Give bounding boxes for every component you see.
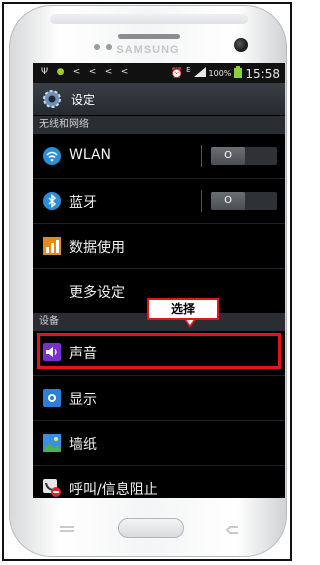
settings-item-label: 蓝牙 bbox=[69, 195, 97, 211]
signal-icon bbox=[193, 67, 206, 80]
settings-item-display[interactable]: 显示 bbox=[33, 376, 285, 421]
earpiece-speaker bbox=[118, 34, 180, 39]
battery-level: 100% bbox=[208, 69, 232, 78]
settings-item-wallpaper[interactable]: 墙纸 bbox=[33, 421, 285, 466]
call-block-icon bbox=[43, 479, 61, 497]
settings-item-label: 墙纸 bbox=[69, 437, 97, 453]
home-button[interactable] bbox=[118, 518, 184, 538]
clock: 15:58 bbox=[245, 66, 280, 81]
settings-item-call-block[interactable]: 呼叫/信息阻止 bbox=[33, 466, 285, 498]
divider bbox=[201, 190, 202, 212]
alarm-icon: ⏰ bbox=[170, 68, 184, 79]
battery-icon bbox=[234, 66, 243, 81]
settings-item-data-usage[interactable]: 数据使用 bbox=[33, 224, 285, 269]
share-icon: < bbox=[88, 67, 97, 77]
callout-select-label: 选择 bbox=[147, 298, 219, 320]
data-usage-icon bbox=[43, 237, 61, 255]
wifi-icon bbox=[43, 147, 61, 165]
settings-item-bluetooth[interactable]: 蓝牙 O bbox=[33, 179, 285, 224]
back-button[interactable] bbox=[224, 521, 242, 534]
sound-highlight-box bbox=[37, 333, 281, 369]
divider bbox=[201, 145, 202, 167]
bluetooth-icon bbox=[43, 192, 61, 210]
share-icon: < bbox=[104, 67, 113, 77]
toggle-knob: O bbox=[211, 192, 245, 210]
phone-screen: Ψ ● < < < < ⏰ E 100% 15:58 设定 无线和网络 WLAN… bbox=[33, 63, 285, 498]
usb-icon: Ψ bbox=[40, 67, 49, 77]
share-icon: < bbox=[72, 67, 81, 77]
menu-button[interactable] bbox=[58, 521, 76, 533]
settings-item-label: 显示 bbox=[69, 392, 97, 408]
android-debug-icon: ● bbox=[56, 67, 65, 77]
wallpaper-icon bbox=[43, 434, 61, 452]
settings-item-label: 数据使用 bbox=[69, 240, 125, 256]
bluetooth-toggle[interactable]: O bbox=[201, 190, 277, 212]
settings-gear-icon[interactable] bbox=[41, 88, 63, 114]
page-title: 设定 bbox=[71, 93, 96, 107]
share-icon: < bbox=[120, 67, 129, 77]
wlan-toggle[interactable]: O bbox=[201, 145, 277, 167]
phone-body: SAMSUNG Ψ ● < < < < ⏰ E 100% 15:58 设定 无线… bbox=[9, 5, 287, 557]
display-icon bbox=[43, 389, 61, 407]
settings-item-label: 更多设定 bbox=[69, 285, 125, 301]
edge-network-icon: E bbox=[186, 65, 191, 74]
settings-item-wlan[interactable]: WLAN O bbox=[33, 134, 285, 179]
brand-logo: SAMSUNG bbox=[116, 44, 180, 56]
settings-item-label: WLAN bbox=[69, 147, 112, 163]
status-bar: Ψ ● < < < < ⏰ E 100% 15:58 bbox=[33, 63, 285, 83]
section-header-wireless: 无线和网络 bbox=[33, 116, 285, 134]
toggle-knob: O bbox=[211, 147, 245, 165]
settings-item-label: 呼叫/信息阻止 bbox=[69, 482, 158, 498]
phone-top-edge bbox=[50, 14, 248, 24]
settings-title-bar: 设定 bbox=[33, 83, 285, 116]
